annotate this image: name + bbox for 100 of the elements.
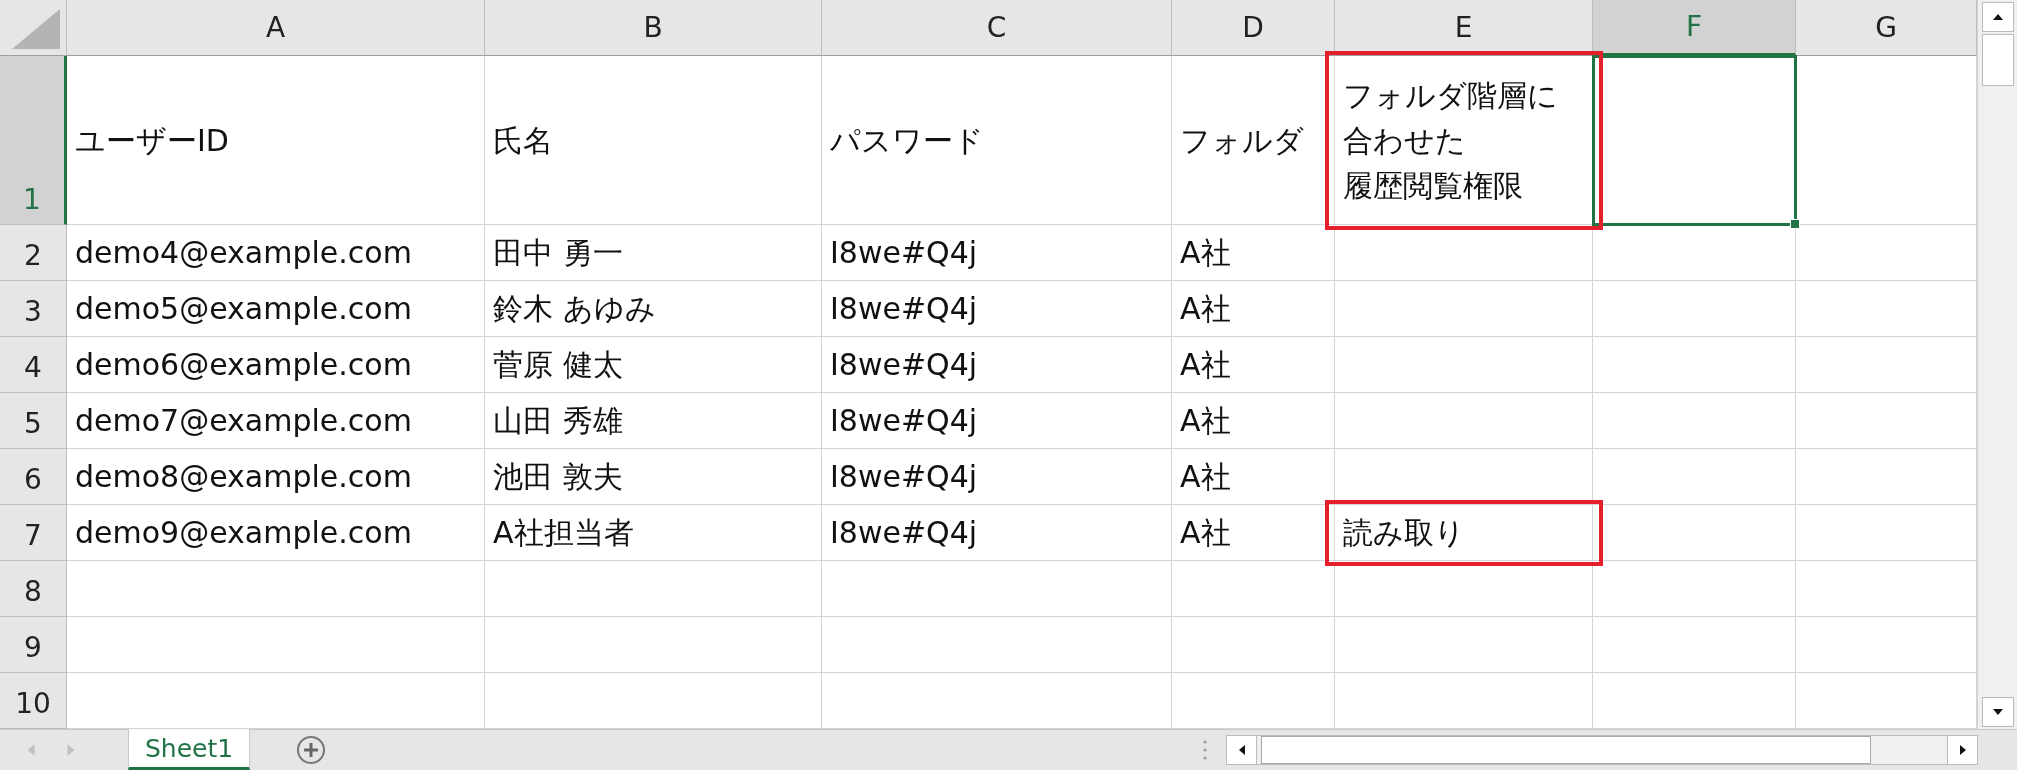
table-cell[interactable]: demo7@example.com bbox=[67, 393, 485, 449]
column-header[interactable]: G bbox=[1796, 0, 1977, 56]
table-cell[interactable]: A社 bbox=[1172, 449, 1335, 505]
column-header[interactable]: E bbox=[1335, 0, 1593, 56]
cell-text: I8we#Q4j bbox=[830, 458, 978, 496]
cell-text: A社 bbox=[1180, 234, 1231, 272]
table-cell[interactable]: A社 bbox=[1172, 225, 1335, 281]
scroll-thumb[interactable] bbox=[1261, 736, 1872, 764]
table-cell[interactable]: 鈴木 あゆみ bbox=[485, 281, 822, 337]
table-cell[interactable]: A社担当者 bbox=[485, 505, 822, 561]
table-cell[interactable]: パスワード bbox=[822, 56, 1172, 225]
table-cell[interactable]: ユーザーID bbox=[67, 56, 485, 225]
cell-text: 履歴閲覧権限 bbox=[1343, 166, 1523, 205]
column-header[interactable]: F bbox=[1593, 0, 1796, 56]
scroll-up-button[interactable] bbox=[1981, 2, 2014, 32]
row-header[interactable]: 6 bbox=[0, 449, 67, 505]
table-cell[interactable] bbox=[1593, 449, 1796, 505]
cell-text: demo8@example.com bbox=[75, 458, 412, 496]
row-header[interactable]: 10 bbox=[0, 673, 67, 729]
row-header[interactable]: 3 bbox=[0, 281, 67, 337]
cell-text: パスワード bbox=[830, 121, 984, 160]
table-cell[interactable] bbox=[485, 561, 822, 617]
add-sheet-icon[interactable] bbox=[296, 735, 327, 765]
splitter-icon[interactable] bbox=[1202, 739, 1209, 761]
table-cell[interactable]: demo8@example.com bbox=[67, 449, 485, 505]
column-header[interactable]: B bbox=[485, 0, 822, 56]
table-cell[interactable]: 田中 勇一 bbox=[485, 225, 822, 281]
table-cell[interactable]: I8we#Q4j bbox=[822, 225, 1172, 281]
table-cell[interactable]: I8we#Q4j bbox=[822, 505, 1172, 561]
fill-handle[interactable] bbox=[1790, 219, 1800, 229]
table-cell[interactable]: フォルダ bbox=[1172, 56, 1335, 225]
column-header[interactable]: C bbox=[822, 0, 1172, 56]
scroll-right-button[interactable] bbox=[1947, 736, 1978, 764]
cell-text: フォルダ bbox=[1180, 121, 1304, 160]
table-cell[interactable]: 菅原 健太 bbox=[485, 337, 822, 393]
table-cell[interactable]: demo5@example.com bbox=[67, 281, 485, 337]
row-header[interactable]: 8 bbox=[0, 561, 67, 617]
table-cell[interactable]: 読み取り bbox=[1335, 505, 1593, 561]
horizontal-scrollbar[interactable] bbox=[1226, 735, 1979, 765]
table-cell[interactable] bbox=[67, 561, 485, 617]
row-header[interactable]: 1 bbox=[0, 56, 67, 225]
table-cell[interactable] bbox=[822, 617, 1172, 673]
table-cell[interactable]: A社 bbox=[1172, 505, 1335, 561]
table-cell[interactable]: demo6@example.com bbox=[67, 337, 485, 393]
table-cell[interactable] bbox=[1593, 617, 1796, 673]
cell-text: 山田 秀雄 bbox=[493, 402, 623, 440]
table-cell[interactable] bbox=[1593, 337, 1796, 393]
cell-text: A社担当者 bbox=[493, 514, 634, 552]
table-cell[interactable] bbox=[67, 617, 485, 673]
cell-text: demo4@example.com bbox=[75, 234, 412, 272]
row-header[interactable]: 2 bbox=[0, 225, 67, 281]
table-cell[interactable]: 山田 秀雄 bbox=[485, 393, 822, 449]
table-cell[interactable]: demo9@example.com bbox=[67, 505, 485, 561]
cell-text: フォルダ階層に bbox=[1343, 76, 1558, 115]
select-all-icon[interactable] bbox=[12, 9, 60, 49]
cell-text: demo9@example.com bbox=[75, 514, 412, 552]
sheet-tab[interactable]: Sheet1 bbox=[128, 729, 251, 770]
cell-text: demo7@example.com bbox=[75, 402, 412, 440]
cell-text: 池田 敦夫 bbox=[493, 458, 623, 496]
cell-text: I8we#Q4j bbox=[830, 402, 978, 440]
column-header[interactable]: D bbox=[1172, 0, 1335, 56]
table-cell[interactable]: 氏名 bbox=[485, 56, 822, 225]
cell-text: A社 bbox=[1180, 290, 1231, 328]
row-header[interactable]: 7 bbox=[0, 505, 67, 561]
scroll-down-button[interactable] bbox=[1981, 697, 2014, 727]
table-cell[interactable] bbox=[485, 617, 822, 673]
table-cell[interactable] bbox=[1593, 561, 1796, 617]
table-cell[interactable] bbox=[1593, 281, 1796, 337]
table-cell[interactable] bbox=[1335, 337, 1593, 393]
row-header[interactable]: 5 bbox=[0, 393, 67, 449]
table-cell[interactable] bbox=[1172, 561, 1335, 617]
table-cell[interactable] bbox=[1593, 505, 1796, 561]
scroll-thumb[interactable] bbox=[1981, 34, 2014, 86]
table-cell[interactable]: demo4@example.com bbox=[67, 225, 485, 281]
row-header[interactable]: 9 bbox=[0, 617, 67, 673]
table-cell[interactable] bbox=[1335, 449, 1593, 505]
cell-text: 田中 勇一 bbox=[493, 234, 623, 272]
row-header[interactable]: 4 bbox=[0, 337, 67, 393]
table-cell[interactable]: フォルダ階層に 合わせた 履歴閲覧権限 bbox=[1335, 56, 1593, 225]
table-cell[interactable]: A社 bbox=[1172, 281, 1335, 337]
table-cell[interactable] bbox=[1335, 617, 1593, 673]
cell-text: A社 bbox=[1180, 346, 1231, 384]
cell-text: 鈴木 あゆみ bbox=[493, 290, 656, 328]
table-cell[interactable] bbox=[1172, 617, 1335, 673]
table-cell[interactable]: A社 bbox=[1172, 337, 1335, 393]
table-cell[interactable] bbox=[1335, 281, 1593, 337]
vertical-scrollbar[interactable] bbox=[1977, 0, 2017, 729]
table-cell[interactable]: I8we#Q4j bbox=[822, 393, 1172, 449]
table-cell[interactable] bbox=[822, 561, 1172, 617]
table-cell[interactable] bbox=[1593, 393, 1796, 449]
table-cell[interactable]: I8we#Q4j bbox=[822, 281, 1172, 337]
table-cell[interactable]: 池田 敦夫 bbox=[485, 449, 822, 505]
table-cell[interactable] bbox=[1335, 561, 1593, 617]
table-cell[interactable] bbox=[1335, 393, 1593, 449]
column-header[interactable]: A bbox=[67, 0, 485, 56]
table-cell[interactable]: I8we#Q4j bbox=[822, 337, 1172, 393]
table-cell[interactable]: I8we#Q4j bbox=[822, 449, 1172, 505]
scroll-left-button[interactable] bbox=[1227, 736, 1258, 764]
table-cell[interactable]: A社 bbox=[1172, 393, 1335, 449]
cell-text: I8we#Q4j bbox=[830, 346, 978, 384]
